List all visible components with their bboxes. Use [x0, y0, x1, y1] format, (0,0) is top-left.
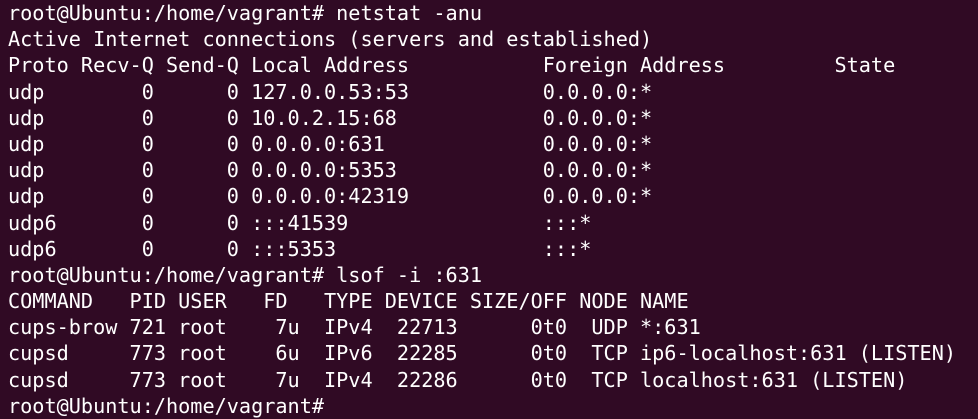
lsof-row: cupsd 773 root 7u IPv4 22286 0t0 TCP loc… [8, 367, 908, 392]
netstat-title-line: Active Internet connections (servers and… [8, 27, 653, 52]
netstat-row: udp 0 0 0.0.0.0:5353 0.0.0.0:* [8, 158, 653, 183]
netstat-row: udp6 0 0 :::5353 :::* [8, 236, 592, 261]
lsof-header-row: COMMAND PID USER FD TYPE DEVICE SIZE/OFF… [8, 289, 689, 314]
netstat-row: udp 0 0 0.0.0.0:42319 0.0.0.0:* [8, 184, 653, 209]
netstat-row: udp 0 0 10.0.2.15:68 0.0.0.0:* [8, 105, 653, 130]
current-prompt: root@Ubuntu:/home/vagrant# [8, 393, 325, 418]
lsof-row: cups-brow 721 root 7u IPv4 22713 0t0 UDP… [8, 315, 701, 340]
netstat-row: udp6 0 0 :::41539 :::* [8, 210, 592, 235]
terminal-window[interactable]: root@Ubuntu:/home/vagrant# netstat -anu … [0, 0, 978, 419]
cursor [324, 396, 335, 416]
prompt-command-netstat: root@Ubuntu:/home/vagrant# netstat -anu [8, 1, 483, 25]
netstat-row: udp 0 0 0.0.0.0:631 0.0.0.0:* [8, 131, 653, 156]
active-prompt-line[interactable]: root@Ubuntu:/home/vagrant# [8, 393, 978, 419]
lsof-row: cupsd 773 root 6u IPv6 22285 0t0 TCP ip6… [8, 341, 957, 366]
netstat-header-row: Proto Recv-Q Send-Q Local Address Foreig… [8, 53, 896, 78]
prompt-command-lsof: root@Ubuntu:/home/vagrant# lsof -i :631 [8, 262, 483, 287]
netstat-row: udp 0 0 127.0.0.53:53 0.0.0.0:* [8, 79, 653, 104]
